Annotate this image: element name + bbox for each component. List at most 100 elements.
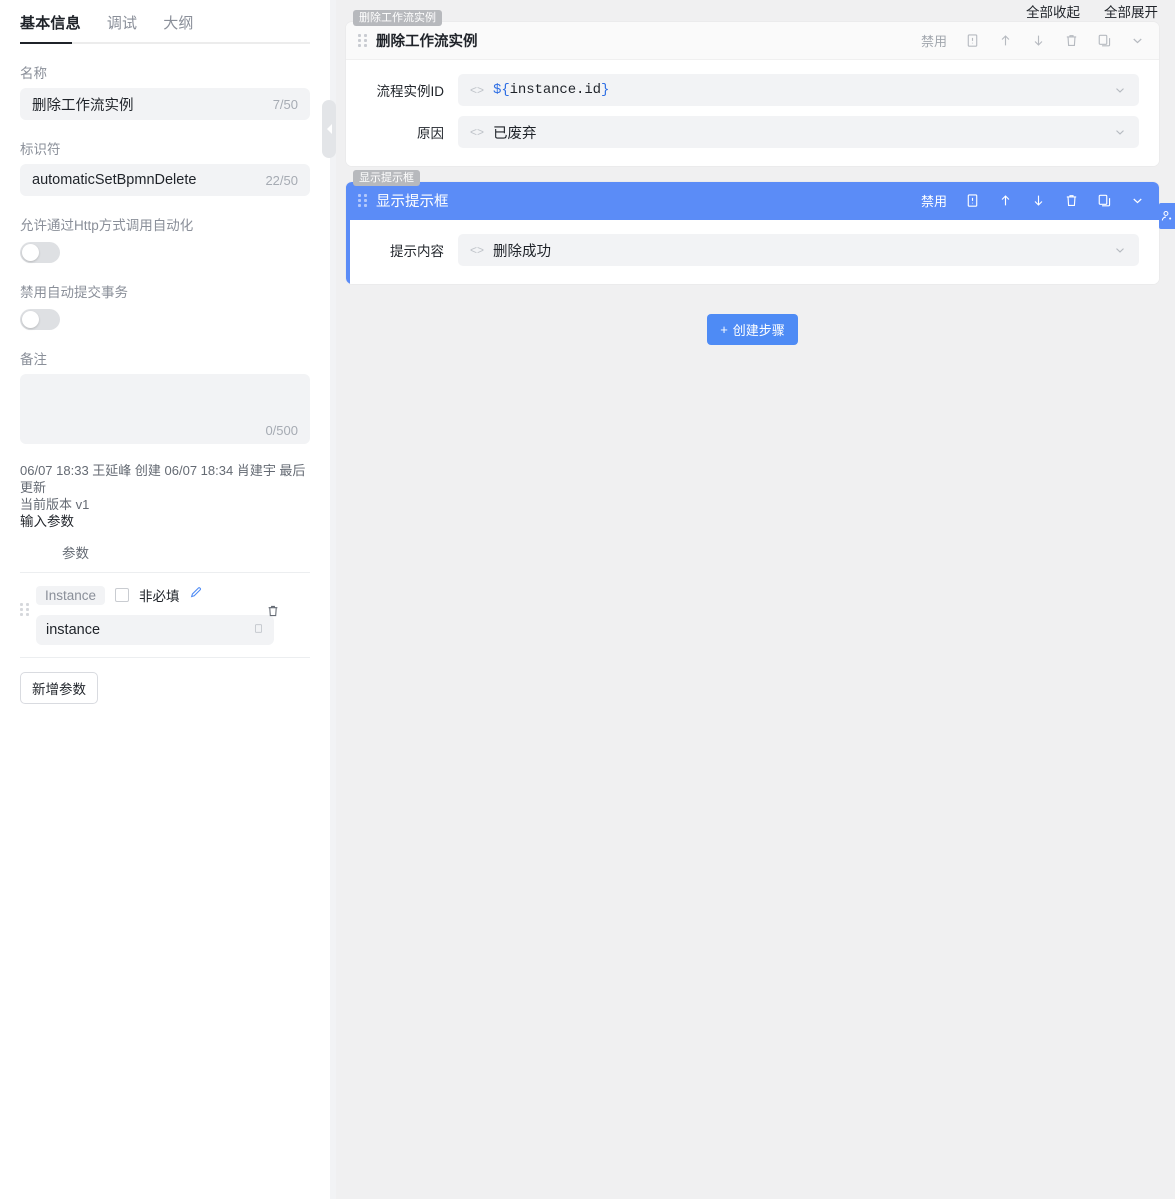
pencil-icon[interactable]	[190, 586, 203, 604]
expression-icon: <>	[470, 83, 485, 97]
input-params-title: 输入参数	[20, 514, 74, 529]
step-card-body: 提示内容 <> 删除成功	[346, 220, 1159, 284]
disable-autocommit-toggle-knob	[22, 311, 39, 328]
http-toggle[interactable]	[20, 242, 60, 263]
meta-version: 当前版本 v1	[20, 497, 90, 512]
step-card-header[interactable]: 删除工作流实例 禁用	[346, 22, 1159, 60]
trash-icon[interactable]	[1064, 33, 1079, 48]
automation-editor: 基本信息 调试 大纲 名称 删除工作流实例 7/50 标识符 automatic…	[0, 0, 1175, 1199]
remark-counter: 0/500	[265, 423, 298, 438]
name-input[interactable]: 删除工作流实例 7/50	[20, 88, 310, 120]
drag-handle-icon[interactable]	[358, 33, 368, 48]
code-core: instance.id	[509, 82, 601, 98]
disable-step-button[interactable]: 禁用	[921, 191, 947, 210]
steps-canvas: 全部收起 全部展开 删除工作流实例 删除工作流实例 禁用 流程实例ID <> $…	[330, 0, 1175, 1199]
collapse-sidebar-handle[interactable]	[322, 100, 336, 158]
param-row: Instance 非必填 instance	[20, 573, 310, 658]
add-user-icon-tab[interactable]	[1159, 203, 1175, 229]
param-delete-trash-icon[interactable]	[266, 604, 280, 620]
note-icon[interactable]	[965, 33, 980, 48]
reason-input[interactable]: <> 已废弃	[458, 116, 1139, 148]
step-badge: 显示提示框	[353, 170, 420, 186]
disable-step-button[interactable]: 禁用	[921, 31, 947, 50]
add-step-area: + 创建步骤	[346, 314, 1159, 345]
form-row-toast-content: 提示内容 <> 删除成功	[366, 234, 1139, 266]
drag-handle-icon[interactable]	[20, 603, 30, 619]
panel-splitter[interactable]	[330, 0, 336, 1199]
instance-id-input[interactable]: <> ${instance.id}	[458, 74, 1139, 106]
copy-icon[interactable]	[1097, 33, 1112, 48]
chevron-down-icon[interactable]	[1113, 243, 1127, 257]
sidebar-tabs: 基本信息 调试 大纲	[20, 0, 310, 44]
step-card-delete-workflow-instance[interactable]: 删除工作流实例 禁用 流程实例ID <> ${instance.id} 原因 <…	[346, 22, 1159, 166]
name-input-value: 删除工作流实例	[32, 97, 134, 114]
toast-content-value: 删除成功	[493, 243, 552, 260]
add-step-button[interactable]: + 创建步骤	[707, 314, 798, 345]
remark-textarea[interactable]: 0/500	[20, 374, 310, 444]
toast-content-input[interactable]: <> 删除成功	[458, 234, 1139, 266]
name-counter: 7/50	[272, 96, 298, 112]
add-user-icon	[1161, 210, 1172, 221]
code-close-delim: }	[600, 82, 610, 98]
step-card-body: 流程实例ID <> ${instance.id} 原因 <> 已废弃	[346, 60, 1159, 166]
disable-autocommit-toggle[interactable]	[20, 309, 60, 330]
identifier-counter: 22/50	[265, 172, 298, 188]
add-param-button[interactable]: 新增参数	[20, 672, 98, 704]
trash-icon[interactable]	[1064, 193, 1079, 208]
canvas-toolbar: 全部收起 全部展开	[346, 0, 1159, 22]
tab-outline[interactable]: 大纲	[163, 8, 193, 44]
sidebar-panel: 基本信息 调试 大纲 名称 删除工作流实例 7/50 标识符 automatic…	[0, 0, 330, 1199]
reason-value: 已废弃	[493, 125, 537, 142]
collapse-all-link[interactable]: 全部收起	[1026, 1, 1080, 21]
metadata-info: 06/07 18:33 王延峰 创建 06/07 18:34 肖建宇 最后更新 …	[20, 462, 310, 530]
tab-basic-info[interactable]: 基本信息	[20, 8, 81, 44]
step-header-actions: 禁用	[921, 191, 1145, 210]
drag-handle-icon[interactable]	[358, 193, 368, 208]
step-card-wrapper: 删除工作流实例 删除工作流实例 禁用 流程实例ID <> ${instance.…	[346, 10, 1159, 166]
step-card-wrapper: 显示提示框 显示提示框 禁用 提示内容 <> 删除成功	[346, 170, 1159, 284]
instance-id-value: ${instance.id}	[493, 82, 609, 98]
arrow-down-icon[interactable]	[1031, 193, 1046, 208]
chevron-down-icon[interactable]	[1113, 83, 1127, 97]
meta-created: 06/07 18:33 王延峰 创建	[20, 463, 161, 478]
param-column-header: 参数	[20, 530, 310, 573]
add-step-label: 创建步骤	[732, 323, 785, 338]
step-card-show-toast[interactable]: 显示提示框 禁用 提示内容 <> 删除成功	[346, 182, 1159, 284]
step-badge: 删除工作流实例	[353, 10, 442, 26]
identifier-label: 标识符	[20, 142, 61, 157]
code-open-delim: ${	[493, 82, 510, 98]
chevron-left-icon	[326, 124, 332, 134]
arrow-up-icon[interactable]	[998, 193, 1013, 208]
field-label: 流程实例ID	[376, 84, 445, 99]
step-title: 删除工作流实例	[376, 34, 478, 50]
expression-icon: <>	[470, 243, 485, 257]
note-icon[interactable]	[965, 193, 980, 208]
step-title: 显示提示框	[376, 194, 449, 210]
step-card-header[interactable]: 显示提示框 禁用	[346, 182, 1159, 220]
disable-autocommit-label: 禁用自动提交事务	[20, 285, 128, 300]
step-header-actions: 禁用	[921, 31, 1145, 50]
http-toggle-knob	[22, 244, 39, 261]
plus-icon: +	[720, 322, 728, 337]
param-value-input[interactable]: instance	[36, 615, 274, 645]
param-optional-checkbox[interactable]	[115, 588, 130, 602]
arrow-down-icon[interactable]	[1031, 33, 1046, 48]
form-row-instance-id: 流程实例ID <> ${instance.id}	[366, 74, 1139, 106]
arrow-up-icon[interactable]	[998, 33, 1013, 48]
http-toggle-label: 允许通过Http方式调用自动化	[20, 218, 194, 233]
expand-all-link[interactable]: 全部展开	[1104, 1, 1158, 21]
chevron-down-icon[interactable]	[1130, 193, 1145, 208]
form-row-reason: 原因 <> 已废弃	[366, 116, 1139, 148]
tab-debug[interactable]: 调试	[107, 8, 137, 44]
copy-icon[interactable]	[253, 623, 264, 637]
expression-icon: <>	[470, 125, 485, 139]
chevron-down-icon[interactable]	[1130, 33, 1145, 48]
chevron-down-icon[interactable]	[1113, 125, 1127, 139]
copy-icon[interactable]	[1097, 193, 1112, 208]
field-label: 提示内容	[390, 244, 444, 259]
remark-label: 备注	[20, 352, 47, 367]
name-label: 名称	[20, 66, 47, 81]
field-label: 原因	[417, 126, 444, 141]
identifier-input[interactable]: automaticSetBpmnDelete 22/50	[20, 164, 310, 196]
param-type-pill[interactable]: Instance	[36, 585, 106, 605]
